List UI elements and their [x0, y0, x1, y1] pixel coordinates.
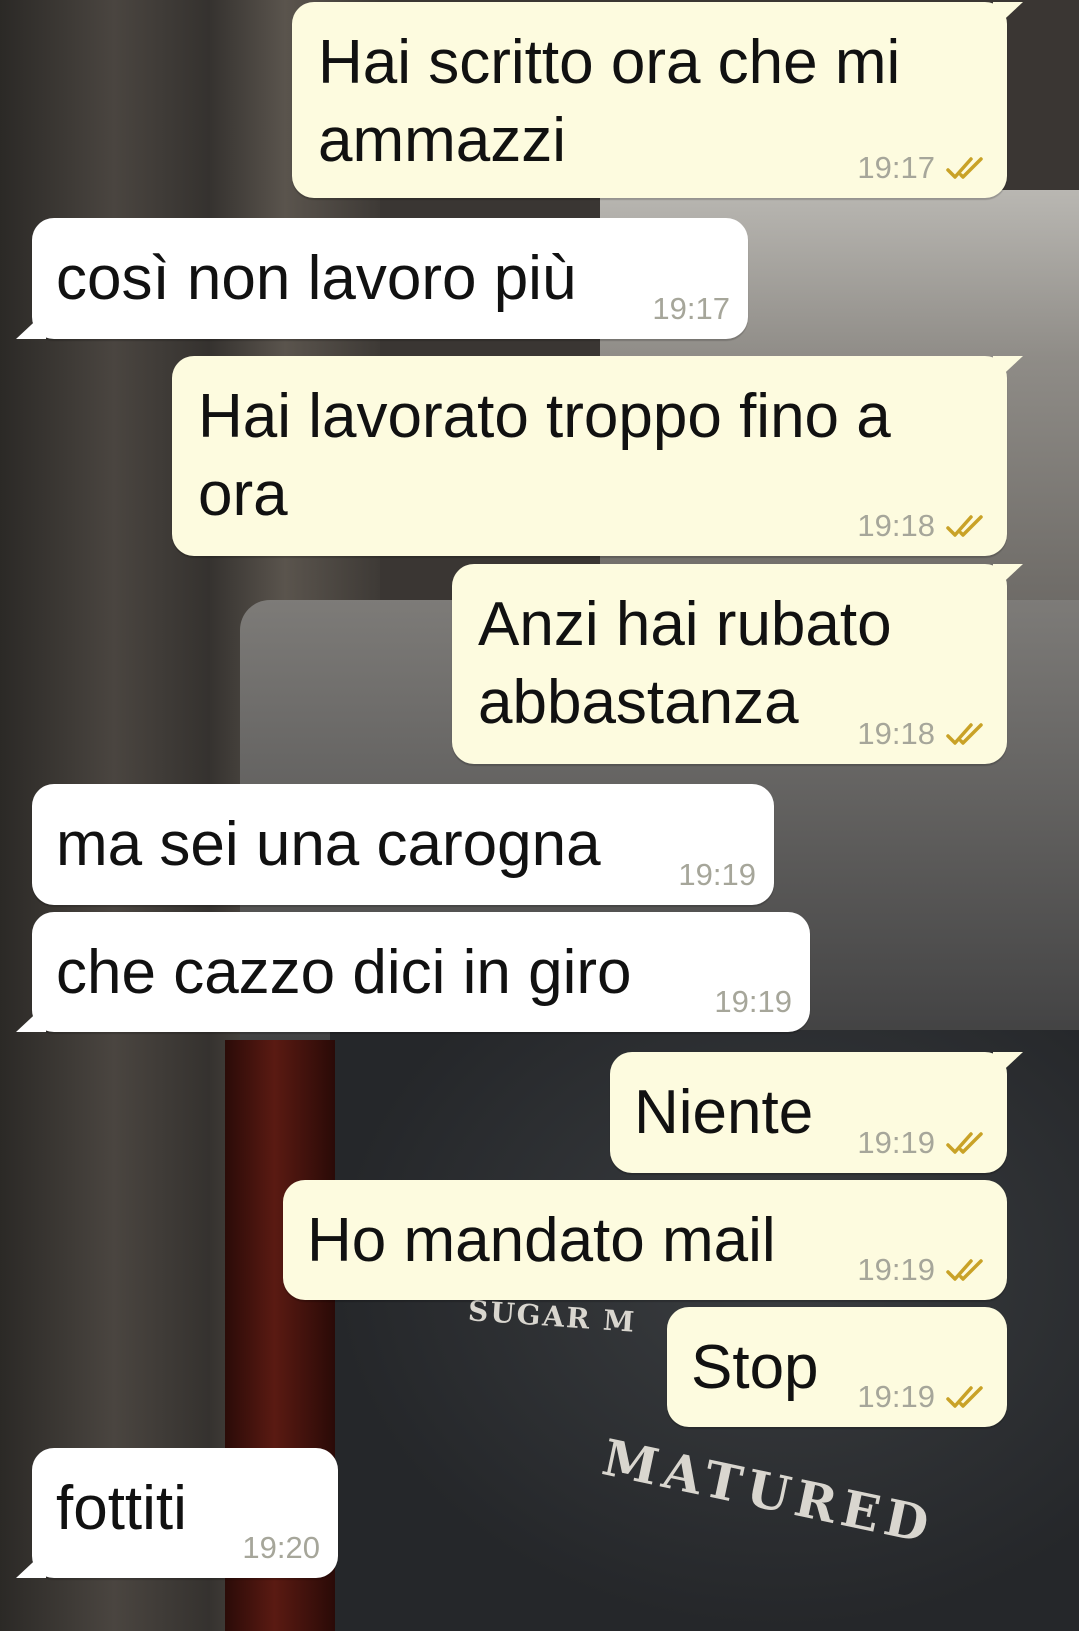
message-meta: 19:20 — [242, 1530, 320, 1566]
message-time: 19:18 — [857, 508, 935, 543]
outgoing-message[interactable]: Hai lavorato troppo fino a ora 19:18 — [172, 356, 1023, 556]
double-check-icon — [946, 723, 983, 745]
message-meta: 19:18 — [857, 508, 989, 544]
message-meta: 19:19 — [678, 857, 756, 893]
bubble-tail — [993, 1052, 1023, 1080]
incoming-message[interactable]: che cazzo dici in giro 19:19 — [16, 912, 810, 1032]
double-check-icon — [946, 1386, 983, 1408]
message-time: 19:18 — [857, 716, 935, 751]
bubble-tail — [16, 1004, 46, 1032]
message-text: fottiti — [56, 1474, 187, 1543]
message-meta: 19:18 — [857, 716, 989, 752]
outgoing-message[interactable]: Hai scritto ora che mi ammazzi 19:17 — [292, 2, 1023, 198]
bubble-tail — [993, 2, 1023, 30]
message-time: 19:19 — [714, 984, 792, 1019]
message-time: 19:19 — [678, 857, 756, 892]
bubble-tail — [993, 356, 1023, 384]
incoming-message[interactable]: ma sei una carogna 19:19 — [32, 784, 774, 905]
message-text: Hai scritto ora che mi ammazzi — [318, 28, 901, 175]
message-text: che cazzo dici in giro — [56, 938, 632, 1007]
message-time: 19:19 — [857, 1379, 935, 1414]
outgoing-message[interactable]: Ho mandato mail 19:19 — [283, 1180, 1007, 1300]
message-time: 19:19 — [857, 1125, 935, 1160]
message-text: Anzi hai rubato abbastanza — [478, 590, 892, 737]
message-time: 19:17 — [652, 291, 730, 326]
message-meta: 19:19 — [714, 984, 792, 1020]
message-meta: 19:17 — [857, 150, 989, 186]
message-text: Stop — [691, 1333, 819, 1402]
message-meta: 19:19 — [857, 1125, 989, 1161]
outgoing-message[interactable]: Anzi hai rubato abbastanza 19:18 — [452, 564, 1023, 764]
bubble-tail — [993, 564, 1023, 592]
message-time: 19:20 — [242, 1530, 320, 1565]
message-text: Ho mandato mail — [307, 1206, 776, 1275]
message-time: 19:19 — [857, 1252, 935, 1287]
bubble-tail — [16, 311, 46, 339]
double-check-icon — [946, 157, 983, 179]
message-meta: 19:19 — [857, 1379, 989, 1415]
incoming-message[interactable]: fottiti 19:20 — [16, 1448, 338, 1578]
message-text: così non lavoro più — [56, 244, 577, 313]
message-time: 19:17 — [857, 150, 935, 185]
double-check-icon — [946, 515, 983, 537]
double-check-icon — [946, 1132, 983, 1154]
message-meta: 19:19 — [857, 1252, 989, 1288]
outgoing-message[interactable]: Niente 19:19 — [610, 1052, 1023, 1173]
incoming-message[interactable]: così non lavoro più 19:17 — [16, 218, 748, 339]
message-meta: 19:17 — [652, 291, 730, 327]
bubble-tail — [16, 1550, 46, 1578]
outgoing-message[interactable]: Stop 19:19 — [667, 1307, 1007, 1427]
message-text: Niente — [634, 1078, 814, 1147]
message-text: Hai lavorato troppo fino a ora — [198, 382, 891, 529]
message-text: ma sei una carogna — [56, 810, 601, 879]
double-check-icon — [946, 1259, 983, 1281]
